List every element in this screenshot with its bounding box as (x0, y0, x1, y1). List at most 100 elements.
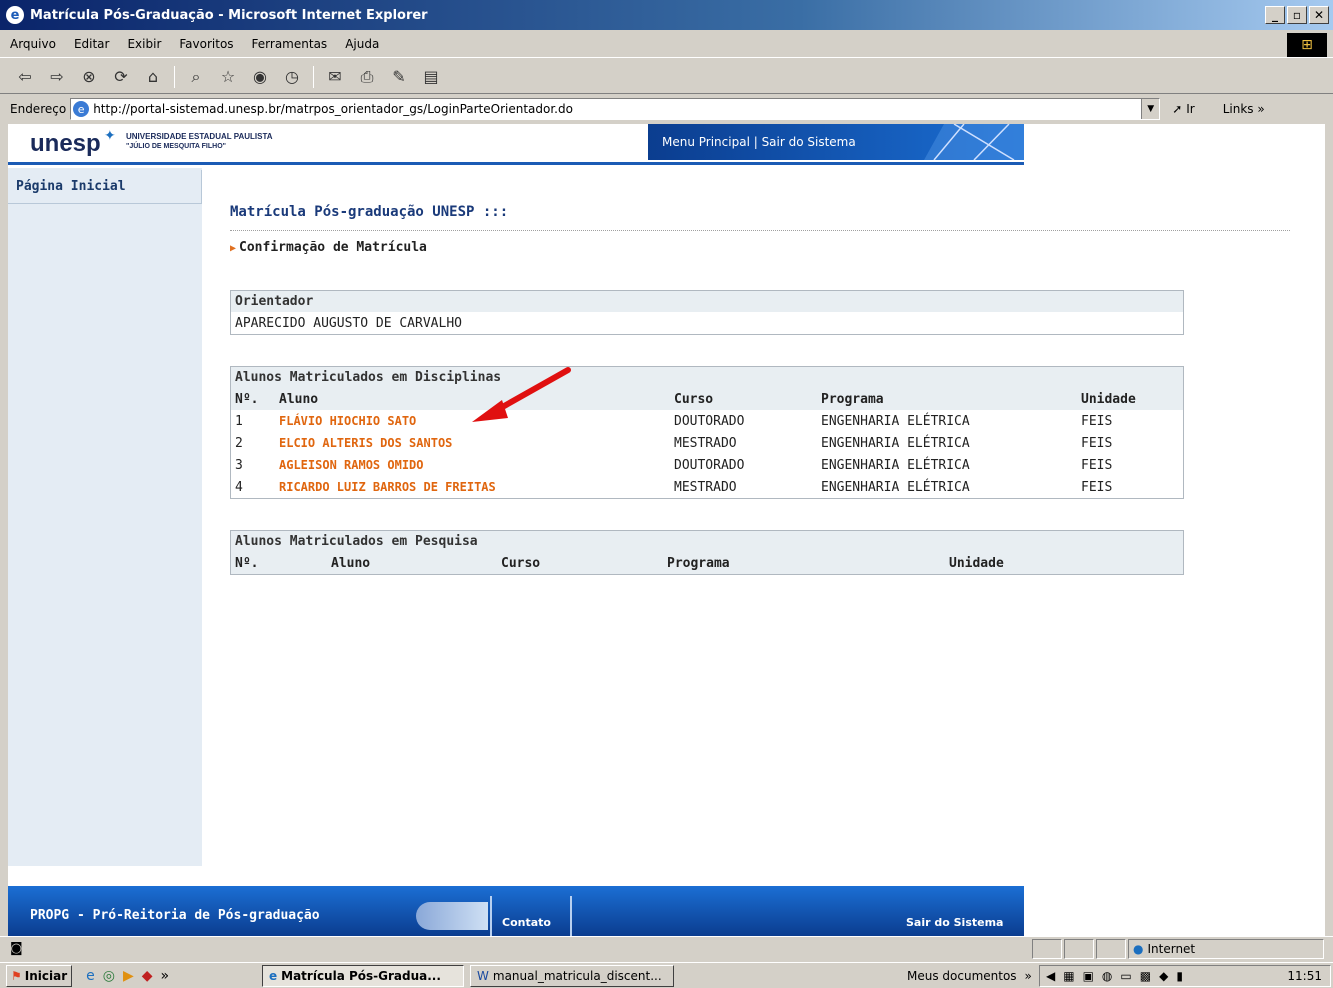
row-numero: 3 (235, 458, 243, 473)
more-chevron-icon[interactable]: » (161, 968, 170, 984)
orientador-panel: Orientador APARECIDO AUGUSTO DE CARVALHO (230, 290, 1184, 335)
footer-sair-link[interactable]: Sair do Sistema (906, 916, 1003, 929)
col-header-aluno: Aluno (279, 392, 319, 407)
col-header-curso: Curso (501, 556, 541, 571)
discuss-icon[interactable]: ▤ (420, 67, 442, 86)
student-link[interactable]: FLÁVIO HIOCHIO SATO (279, 414, 416, 428)
film-reel-icon (416, 902, 488, 930)
row-programa: ENGENHARIA ELÉTRICA (821, 436, 970, 451)
col-header-curso: Curso (674, 392, 714, 407)
antivirus-icon[interactable]: ◆ (1159, 969, 1168, 983)
disciplinas-heading: Alunos Matriculados em Disciplinas (231, 367, 1183, 388)
row-curso: DOUTORADO (674, 458, 745, 473)
ie-task-icon: e (269, 969, 278, 983)
display-icon[interactable]: ▭ (1120, 969, 1131, 983)
disciplinas-panel: Alunos Matriculados em Disciplinas Nº. A… (230, 366, 1184, 499)
address-dropdown-icon[interactable]: ▼ (1141, 99, 1160, 119)
student-link[interactable]: RICARDO LUIZ BARROS DE FREITAS (279, 480, 496, 494)
footer-divider (490, 896, 492, 936)
quick-launch: e ◎ ▶ ◆ » (86, 968, 169, 984)
row-unidade: FEIS (1081, 480, 1113, 495)
maximize-button[interactable]: ▫ (1287, 6, 1307, 24)
globe-icon: ● (1133, 942, 1144, 956)
links-button[interactable]: Links » (1223, 102, 1265, 116)
windows-logo-icon: ⊞ (1287, 33, 1327, 57)
subtitle-text: Confirmação de Matrícula (239, 240, 427, 255)
menu-ferramentas[interactable]: Ferramentas (252, 37, 328, 51)
menu-favoritos[interactable]: Favoritos (179, 37, 233, 51)
student-link[interactable]: AGLEISON RAMOS OMIDO (279, 458, 424, 472)
gift-icon[interactable]: ◆ (142, 968, 153, 984)
volume-icon[interactable]: ◀ (1046, 969, 1055, 983)
orientador-heading: Orientador (231, 291, 1183, 312)
address-input[interactable]: e http://portal-sistemad.unesp.br/matrpo… (70, 98, 1161, 120)
media-player-icon[interactable]: ▶ (123, 968, 134, 984)
search-icon[interactable]: ⌕ (185, 67, 207, 87)
start-button[interactable]: ⚑ Iniciar (6, 964, 73, 987)
page-title: Matrícula Pós-graduação UNESP ::: (230, 204, 509, 220)
table-row: 3 AGLEISON RAMOS OMIDO DOUTORADO ENGENHA… (231, 454, 1183, 476)
home-icon[interactable]: ⌂ (142, 67, 164, 86)
col-header-unidade: Unidade (949, 556, 1004, 571)
task-label: manual_matricula_discent... (492, 969, 662, 983)
menu-editar[interactable]: Editar (74, 37, 110, 51)
sidebar-item-pagina-inicial[interactable]: Página Inicial (8, 170, 202, 204)
student-link[interactable]: ELCIO ALTERIS DOS SANTOS (279, 436, 452, 450)
footer-propg: PROPG - Pró-Reitoria de Pós-graduação (30, 908, 320, 923)
row-unidade: FEIS (1081, 458, 1113, 473)
print-icon[interactable]: ⎙ (356, 67, 378, 87)
row-curso: DOUTORADO (674, 414, 745, 429)
my-documents-toolbar[interactable]: Meus documentos » (901, 965, 1037, 987)
toolbar: ⇦ ⇨ ⊗ ⟳ ⌂ ⌕ ☆ ◉ ◷ ✉ ⎙ ✎ ▤ (0, 60, 1333, 94)
header-nav-links[interactable]: Menu Principal | Sair do Sistema (662, 135, 856, 149)
pesquisa-heading: Alunos Matriculados em Pesquisa (231, 531, 1183, 552)
university-name: UNIVERSIDADE ESTADUAL PAULISTA (126, 132, 273, 141)
back-icon[interactable]: ⇦ (14, 67, 36, 86)
outlook-icon[interactable]: ◎ (103, 968, 115, 984)
footer-divider (570, 896, 572, 936)
row-curso: MESTRADO (674, 436, 737, 451)
task-label: Matrícula Pós-Gradua... (281, 969, 441, 983)
stop-icon[interactable]: ⊗ (78, 67, 100, 86)
footer-contato-link[interactable]: Contato (502, 916, 551, 929)
row-programa: ENGENHARIA ELÉTRICA (821, 458, 970, 473)
word-icon: W (477, 969, 489, 983)
history-icon[interactable]: ◷ (281, 67, 303, 86)
edit-icon[interactable]: ✎ (388, 67, 410, 86)
unesp-star-icon: ✦ (104, 128, 116, 144)
toolbar-separator (313, 65, 314, 88)
page-icon: e (73, 101, 90, 117)
task-matricula[interactable]: e Matrícula Pós-Gradua... (262, 965, 464, 987)
security-icon[interactable]: ◍ (1102, 969, 1112, 983)
row-unidade: FEIS (1081, 436, 1113, 451)
col-header-numero: Nº. (235, 556, 259, 571)
chart-icon[interactable]: ▮ (1176, 969, 1183, 983)
go-button[interactable]: ➚ Ir (1172, 102, 1195, 116)
menu-arquivo[interactable]: Arquivo (10, 37, 56, 51)
col-header-aluno: Aluno (331, 556, 371, 571)
ie-launch-icon[interactable]: e (86, 968, 95, 984)
forward-icon[interactable]: ⇨ (46, 67, 68, 86)
unesp-logo[interactable]: unesp (30, 130, 101, 158)
refresh-icon[interactable]: ⟳ (110, 67, 132, 86)
pesquisa-header-row: Nº. Aluno Curso Programa Unidade (231, 552, 1183, 574)
task-manual[interactable]: Wmanual_matricula_discent... (470, 965, 674, 987)
address-bar: Endereço e http://portal-sistemad.unesp.… (0, 95, 1333, 123)
close-button[interactable]: ✕ (1309, 6, 1329, 24)
favorites-icon[interactable]: ☆ (217, 67, 239, 86)
row-numero: 1 (235, 414, 243, 429)
menu-exibir[interactable]: Exibir (127, 37, 161, 51)
zone-label: Internet (1147, 942, 1196, 956)
mail-icon[interactable]: ✉ (324, 67, 346, 86)
media-icon[interactable]: ◉ (249, 67, 271, 86)
table-row: 1 FLÁVIO HIOCHIO SATO DOUTORADO ENGENHAR… (231, 410, 1183, 432)
minimize-button[interactable]: _ (1265, 6, 1285, 24)
vc-icon[interactable]: ▩ (1140, 969, 1151, 983)
language-icon[interactable]: ▣ (1083, 969, 1094, 983)
window-title-bar[interactable]: e Matrícula Pós-Graduação - Microsoft In… (0, 0, 1333, 30)
sidebar: Página Inicial (8, 168, 202, 866)
network-icon[interactable]: ▦ (1063, 969, 1074, 983)
table-row: 4 RICARDO LUIZ BARROS DE FREITAS MESTRAD… (231, 476, 1183, 498)
menu-ajuda[interactable]: Ajuda (345, 37, 379, 51)
col-header-programa: Programa (667, 556, 730, 571)
